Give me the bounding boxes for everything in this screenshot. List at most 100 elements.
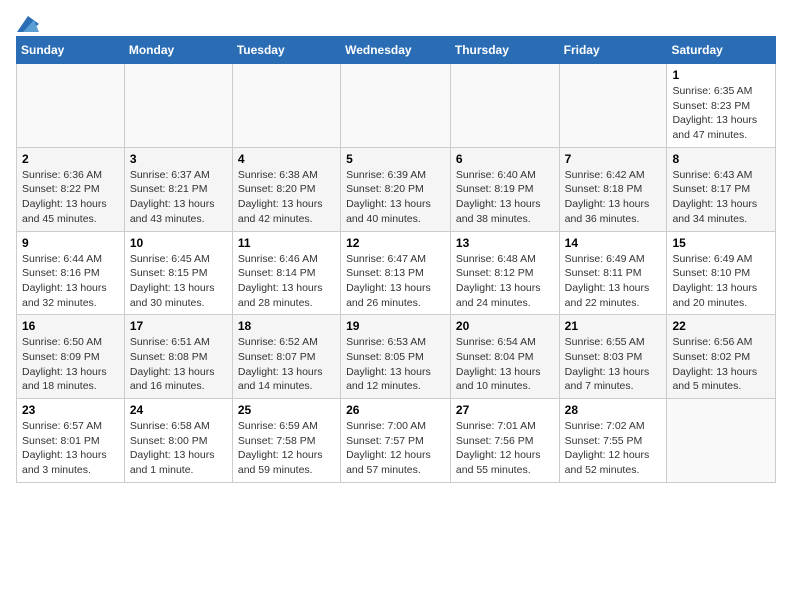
calendar-cell: 12 Sunrise: 6:47 AMSunset: 8:13 PMDayligh… — [341, 231, 451, 315]
day-info: Sunrise: 7:01 AMSunset: 7:56 PMDaylight:… — [456, 419, 554, 478]
calendar-cell: 18Sunrise: 6:52 AMSunset: 8:07 PMDayligh… — [232, 315, 340, 399]
day-info: Sunrise: 6:40 AMSunset: 8:19 PMDaylight:… — [456, 168, 554, 227]
day-number: 5 — [346, 152, 445, 166]
day-info: Sunrise: 6:42 AMSunset: 8:18 PMDaylight:… — [565, 168, 662, 227]
weekday-header: Wednesday — [341, 37, 451, 64]
day-number: 25 — [238, 403, 335, 417]
day-number: 7 — [565, 152, 662, 166]
calendar-week-row: 23 Sunrise: 6:57 AMSunset: 8:01 PMDayligh… — [17, 399, 776, 483]
weekday-header: Friday — [559, 37, 667, 64]
day-number: 17 — [130, 319, 227, 333]
day-info: Sunrise: 6:46 AMSunset: 8:14 PMDaylight:… — [238, 252, 335, 311]
day-number: 12 — [346, 236, 445, 250]
day-info: Sunrise: 6:57 AMSunset: 8:01 PMDaylight:… — [22, 419, 119, 478]
calendar-cell — [17, 64, 125, 148]
weekday-header: Tuesday — [232, 37, 340, 64]
day-number: 6 — [456, 152, 554, 166]
day-number: 16 — [22, 319, 119, 333]
day-number: 11 — [238, 236, 335, 250]
calendar-cell — [559, 64, 667, 148]
day-info: Sunrise: 7:00 AMSunset: 7:57 PMDaylight:… — [346, 419, 445, 478]
calendar-cell: 13Sunrise: 6:48 AMSunset: 8:12 PMDayligh… — [450, 231, 559, 315]
weekday-header: Thursday — [450, 37, 559, 64]
calendar-cell: 21 Sunrise: 6:55 AMSunset: 8:03 PMDayligh… — [559, 315, 667, 399]
day-number: 24 — [130, 403, 227, 417]
day-info: Sunrise: 6:55 AMSunset: 8:03 PMDaylight:… — [565, 335, 662, 394]
logo — [16, 16, 40, 28]
calendar-cell: 5 Sunrise: 6:39 AMSunset: 8:20 PMDaylight… — [341, 147, 451, 231]
day-number: 14 — [565, 236, 662, 250]
weekday-header: Saturday — [667, 37, 776, 64]
logo-icon — [17, 16, 39, 32]
day-info: Sunrise: 6:44 AMSunset: 8:16 PMDaylight:… — [22, 252, 119, 311]
day-number: 15 — [672, 236, 770, 250]
calendar-cell — [450, 64, 559, 148]
day-number: 8 — [672, 152, 770, 166]
day-info: Sunrise: 6:58 AMSunset: 8:00 PMDaylight:… — [130, 419, 227, 478]
weekday-header: Sunday — [17, 37, 125, 64]
calendar-cell: 25 Sunrise: 6:59 AMSunset: 7:58 PMDayligh… — [232, 399, 340, 483]
day-number: 23 — [22, 403, 119, 417]
calendar-week-row: 1Sunrise: 6:35 AMSunset: 8:23 PMDaylight… — [17, 64, 776, 148]
day-number: 26 — [346, 403, 445, 417]
day-info: Sunrise: 6:45 AMSunset: 8:15 PMDaylight:… — [130, 252, 227, 311]
calendar-cell: 8 Sunrise: 6:43 AMSunset: 8:17 PMDaylight… — [667, 147, 776, 231]
day-number: 10 — [130, 236, 227, 250]
calendar-cell: 26 Sunrise: 7:00 AMSunset: 7:57 PMDayligh… — [341, 399, 451, 483]
day-info: Sunrise: 6:56 AMSunset: 8:02 PMDaylight:… — [672, 335, 770, 394]
calendar-cell — [341, 64, 451, 148]
calendar-cell: 6 Sunrise: 6:40 AMSunset: 8:19 PMDaylight… — [450, 147, 559, 231]
calendar-cell: 3 Sunrise: 6:37 AMSunset: 8:21 PMDaylight… — [124, 147, 232, 231]
calendar-cell: 10 Sunrise: 6:45 AMSunset: 8:15 PMDayligh… — [124, 231, 232, 315]
day-number: 28 — [565, 403, 662, 417]
calendar-cell: 19 Sunrise: 6:53 AMSunset: 8:05 PMDayligh… — [341, 315, 451, 399]
calendar-cell — [667, 399, 776, 483]
calendar-week-row: 9Sunrise: 6:44 AMSunset: 8:16 PMDaylight… — [17, 231, 776, 315]
calendar-cell: 1Sunrise: 6:35 AMSunset: 8:23 PMDaylight… — [667, 64, 776, 148]
day-number: 21 — [565, 319, 662, 333]
calendar-cell: 22 Sunrise: 6:56 AMSunset: 8:02 PMDayligh… — [667, 315, 776, 399]
day-info: Sunrise: 6:35 AMSunset: 8:23 PMDaylight:… — [672, 84, 770, 143]
day-info: Sunrise: 6:37 AMSunset: 8:21 PMDaylight:… — [130, 168, 227, 227]
calendar-cell: 15 Sunrise: 6:49 AMSunset: 8:10 PMDayligh… — [667, 231, 776, 315]
calendar-cell: 16 Sunrise: 6:50 AMSunset: 8:09 PMDayligh… — [17, 315, 125, 399]
calendar-cell: 11 Sunrise: 6:46 AMSunset: 8:14 PMDayligh… — [232, 231, 340, 315]
day-number: 3 — [130, 152, 227, 166]
calendar-cell: 28Sunrise: 7:02 AMSunset: 7:55 PMDayligh… — [559, 399, 667, 483]
day-info: Sunrise: 6:38 AMSunset: 8:20 PMDaylight:… — [238, 168, 335, 227]
day-info: Sunrise: 6:59 AMSunset: 7:58 PMDaylight:… — [238, 419, 335, 478]
weekday-header: Monday — [124, 37, 232, 64]
day-info: Sunrise: 6:39 AMSunset: 8:20 PMDaylight:… — [346, 168, 445, 227]
calendar-cell: 9Sunrise: 6:44 AMSunset: 8:16 PMDaylight… — [17, 231, 125, 315]
day-info: Sunrise: 6:50 AMSunset: 8:09 PMDaylight:… — [22, 335, 119, 394]
calendar-cell: 23 Sunrise: 6:57 AMSunset: 8:01 PMDayligh… — [17, 399, 125, 483]
calendar-cell — [232, 64, 340, 148]
calendar-cell: 20 Sunrise: 6:54 AMSunset: 8:04 PMDayligh… — [450, 315, 559, 399]
calendar-week-row: 16 Sunrise: 6:50 AMSunset: 8:09 PMDayligh… — [17, 315, 776, 399]
day-info: Sunrise: 6:49 AMSunset: 8:10 PMDaylight:… — [672, 252, 770, 311]
calendar-cell: 4 Sunrise: 6:38 AMSunset: 8:20 PMDaylight… — [232, 147, 340, 231]
day-number: 13 — [456, 236, 554, 250]
day-info: Sunrise: 6:52 AMSunset: 8:07 PMDaylight:… — [238, 335, 335, 394]
day-info: Sunrise: 6:36 AMSunset: 8:22 PMDaylight:… — [22, 168, 119, 227]
day-number: 4 — [238, 152, 335, 166]
day-info: Sunrise: 6:47 AMSunset: 8:13 PMDaylight:… — [346, 252, 445, 311]
day-number: 22 — [672, 319, 770, 333]
calendar-header-row: SundayMondayTuesdayWednesdayThursdayFrid… — [17, 37, 776, 64]
day-info: Sunrise: 6:53 AMSunset: 8:05 PMDaylight:… — [346, 335, 445, 394]
day-info: Sunrise: 6:43 AMSunset: 8:17 PMDaylight:… — [672, 168, 770, 227]
day-info: Sunrise: 6:49 AMSunset: 8:11 PMDaylight:… — [565, 252, 662, 311]
day-number: 20 — [456, 319, 554, 333]
day-number: 27 — [456, 403, 554, 417]
calendar-cell: 14 Sunrise: 6:49 AMSunset: 8:11 PMDayligh… — [559, 231, 667, 315]
calendar-cell: 24 Sunrise: 6:58 AMSunset: 8:00 PMDayligh… — [124, 399, 232, 483]
calendar-cell — [124, 64, 232, 148]
day-info: Sunrise: 6:51 AMSunset: 8:08 PMDaylight:… — [130, 335, 227, 394]
calendar-cell: 27 Sunrise: 7:01 AMSunset: 7:56 PMDayligh… — [450, 399, 559, 483]
day-number: 19 — [346, 319, 445, 333]
calendar-cell: 2Sunrise: 6:36 AMSunset: 8:22 PMDaylight… — [17, 147, 125, 231]
calendar-cell: 17 Sunrise: 6:51 AMSunset: 8:08 PMDayligh… — [124, 315, 232, 399]
day-info: Sunrise: 6:54 AMSunset: 8:04 PMDaylight:… — [456, 335, 554, 394]
header — [16, 16, 776, 28]
calendar-week-row: 2Sunrise: 6:36 AMSunset: 8:22 PMDaylight… — [17, 147, 776, 231]
